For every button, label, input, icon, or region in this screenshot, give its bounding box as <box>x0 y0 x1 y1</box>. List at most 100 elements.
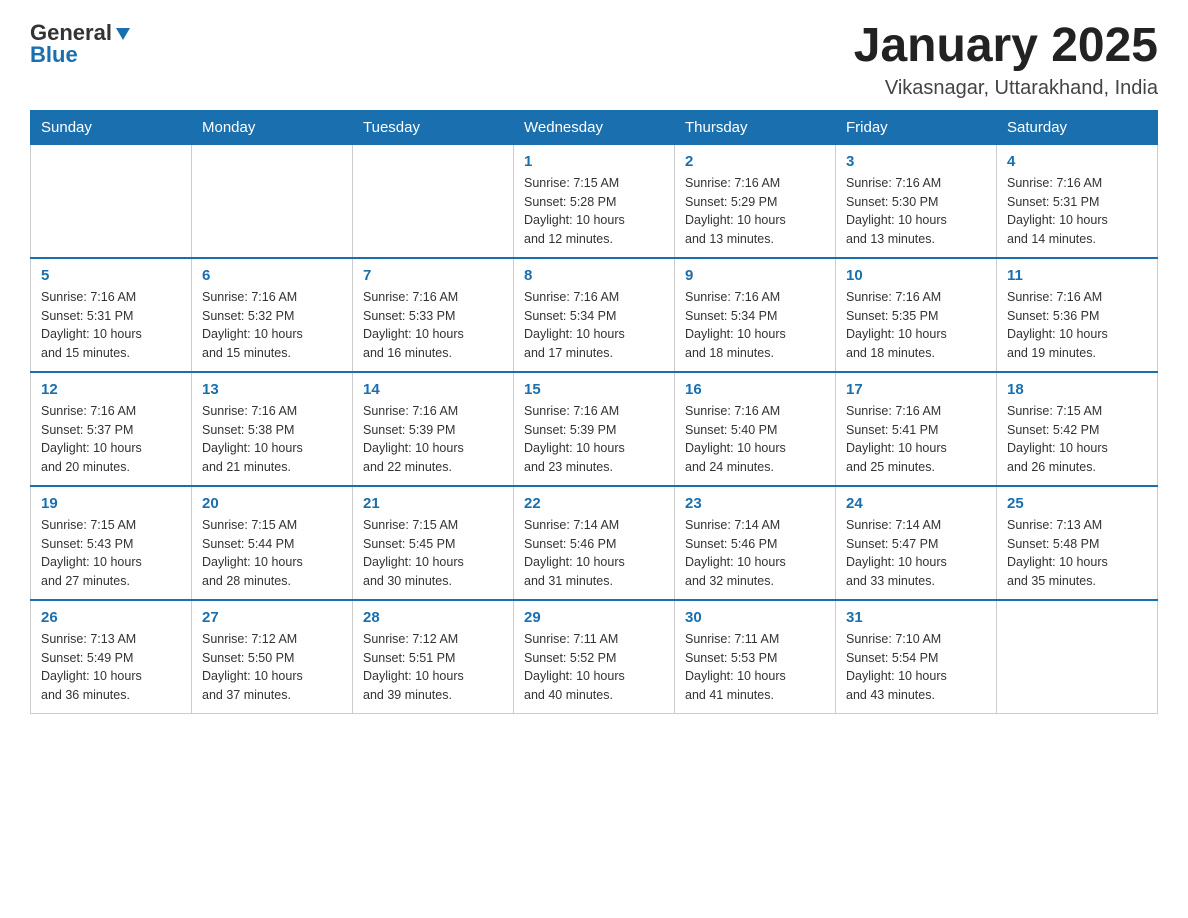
day-number: 10 <box>846 267 986 284</box>
day-number: 11 <box>1007 267 1147 284</box>
day-info: Sunrise: 7:15 AMSunset: 5:44 PMDaylight:… <box>202 516 342 591</box>
calendar-cell: 23Sunrise: 7:14 AMSunset: 5:46 PMDayligh… <box>675 486 836 600</box>
day-info: Sunrise: 7:15 AMSunset: 5:28 PMDaylight:… <box>524 174 664 249</box>
day-info: Sunrise: 7:16 AMSunset: 5:35 PMDaylight:… <box>846 288 986 363</box>
day-number: 1 <box>524 153 664 170</box>
day-number: 27 <box>202 609 342 626</box>
day-number: 7 <box>363 267 503 284</box>
weekday-header-saturday: Saturday <box>997 110 1158 144</box>
calendar-cell: 30 Sunrise: 7:11 AMSunset: 5:53 PMDayligh… <box>675 600 836 714</box>
day-info: Sunrise: 7:10 AMSunset: 5:54 PMDaylight:… <box>846 630 986 705</box>
day-info: Sunrise: 7:16 AMSunset: 5:40 PMDaylight:… <box>685 402 825 477</box>
weekday-header-thursday: Thursday <box>675 110 836 144</box>
weekday-header-friday: Friday <box>836 110 997 144</box>
calendar-cell: 11 Sunrise: 7:16 AMSunset: 5:36 PMDayligh… <box>997 258 1158 372</box>
day-info: Sunrise: 7:15 AMSunset: 5:45 PMDaylight:… <box>363 516 503 591</box>
day-number: 15 <box>524 381 664 398</box>
calendar-week-row: 5Sunrise: 7:16 AMSunset: 5:31 PMDaylight… <box>31 258 1158 372</box>
day-info: Sunrise: 7:13 AMSunset: 5:48 PMDaylight:… <box>1007 516 1147 591</box>
calendar-cell: 6Sunrise: 7:16 AMSunset: 5:32 PMDaylight… <box>192 258 353 372</box>
calendar-cell: 5Sunrise: 7:16 AMSunset: 5:31 PMDaylight… <box>31 258 192 372</box>
logo: General Blue <box>30 20 132 68</box>
calendar-cell: 31 Sunrise: 7:10 AMSunset: 5:54 PMDayligh… <box>836 600 997 714</box>
day-number: 28 <box>363 609 503 626</box>
calendar-week-row: 19Sunrise: 7:15 AMSunset: 5:43 PMDayligh… <box>31 486 1158 600</box>
day-info: Sunrise: 7:16 AMSunset: 5:29 PMDaylight:… <box>685 174 825 249</box>
weekday-header-wednesday: Wednesday <box>514 110 675 144</box>
day-number: 12 <box>41 381 181 398</box>
calendar-header-row: SundayMondayTuesdayWednesdayThursdayFrid… <box>31 110 1158 144</box>
day-info: Sunrise: 7:12 AMSunset: 5:50 PMDaylight:… <box>202 630 342 705</box>
calendar-cell: 10 Sunrise: 7:16 AMSunset: 5:35 PMDayligh… <box>836 258 997 372</box>
day-number: 26 <box>41 609 181 626</box>
calendar-cell: 15 Sunrise: 7:16 AMSunset: 5:39 PMDayligh… <box>514 372 675 486</box>
calendar-cell: 7 Sunrise: 7:16 AMSunset: 5:33 PMDaylight… <box>353 258 514 372</box>
day-info: Sunrise: 7:16 AMSunset: 5:33 PMDaylight:… <box>363 288 503 363</box>
day-info: Sunrise: 7:16 AMSunset: 5:34 PMDaylight:… <box>685 288 825 363</box>
day-number: 30 <box>685 609 825 626</box>
weekday-header-tuesday: Tuesday <box>353 110 514 144</box>
day-info: Sunrise: 7:16 AMSunset: 5:30 PMDaylight:… <box>846 174 986 249</box>
calendar-cell: 2 Sunrise: 7:16 AMSunset: 5:29 PMDaylight… <box>675 144 836 258</box>
calendar-cell: 18Sunrise: 7:15 AMSunset: 5:42 PMDayligh… <box>997 372 1158 486</box>
day-number: 17 <box>846 381 986 398</box>
day-number: 25 <box>1007 495 1147 512</box>
day-info: Sunrise: 7:16 AMSunset: 5:31 PMDaylight:… <box>1007 174 1147 249</box>
calendar-cell: 3 Sunrise: 7:16 AMSunset: 5:30 PMDaylight… <box>836 144 997 258</box>
calendar-cell: 12 Sunrise: 7:16 AMSunset: 5:37 PMDayligh… <box>31 372 192 486</box>
day-info: Sunrise: 7:16 AMSunset: 5:39 PMDaylight:… <box>363 402 503 477</box>
day-number: 21 <box>363 495 503 512</box>
calendar-cell: 22 Sunrise: 7:14 AMSunset: 5:46 PMDayligh… <box>514 486 675 600</box>
calendar-cell: 27 Sunrise: 7:12 AMSunset: 5:50 PMDayligh… <box>192 600 353 714</box>
calendar-cell: 20Sunrise: 7:15 AMSunset: 5:44 PMDayligh… <box>192 486 353 600</box>
day-info: Sunrise: 7:16 AMSunset: 5:36 PMDaylight:… <box>1007 288 1147 363</box>
calendar-week-row: 12 Sunrise: 7:16 AMSunset: 5:37 PMDayligh… <box>31 372 1158 486</box>
logo-triangle-icon <box>114 24 132 42</box>
calendar-cell <box>353 144 514 258</box>
day-number: 8 <box>524 267 664 284</box>
calendar-cell <box>31 144 192 258</box>
calendar-cell: 29Sunrise: 7:11 AMSunset: 5:52 PMDayligh… <box>514 600 675 714</box>
calendar-cell <box>192 144 353 258</box>
calendar-cell: 1 Sunrise: 7:15 AMSunset: 5:28 PMDaylight… <box>514 144 675 258</box>
page-header: General Blue January 2025 Vikasnagar, Ut… <box>30 20 1158 100</box>
day-number: 14 <box>363 381 503 398</box>
calendar-cell: 25 Sunrise: 7:13 AMSunset: 5:48 PMDayligh… <box>997 486 1158 600</box>
day-number: 18 <box>1007 381 1147 398</box>
day-number: 3 <box>846 153 986 170</box>
day-number: 24 <box>846 495 986 512</box>
weekday-header-sunday: Sunday <box>31 110 192 144</box>
weekday-header-monday: Monday <box>192 110 353 144</box>
day-number: 13 <box>202 381 342 398</box>
day-info: Sunrise: 7:14 AMSunset: 5:47 PMDaylight:… <box>846 516 986 591</box>
calendar-subtitle: Vikasnagar, Uttarakhand, India <box>854 77 1158 100</box>
calendar-cell <box>997 600 1158 714</box>
day-info: Sunrise: 7:16 AMSunset: 5:31 PMDaylight:… <box>41 288 181 363</box>
calendar-cell: 19Sunrise: 7:15 AMSunset: 5:43 PMDayligh… <box>31 486 192 600</box>
day-info: Sunrise: 7:12 AMSunset: 5:51 PMDaylight:… <box>363 630 503 705</box>
day-info: Sunrise: 7:14 AMSunset: 5:46 PMDaylight:… <box>524 516 664 591</box>
day-info: Sunrise: 7:16 AMSunset: 5:38 PMDaylight:… <box>202 402 342 477</box>
day-number: 2 <box>685 153 825 170</box>
day-number: 22 <box>524 495 664 512</box>
calendar-cell: 28 Sunrise: 7:12 AMSunset: 5:51 PMDayligh… <box>353 600 514 714</box>
day-number: 4 <box>1007 153 1147 170</box>
day-info: Sunrise: 7:16 AMSunset: 5:39 PMDaylight:… <box>524 402 664 477</box>
calendar-cell: 16Sunrise: 7:16 AMSunset: 5:40 PMDayligh… <box>675 372 836 486</box>
calendar-cell: 21 Sunrise: 7:15 AMSunset: 5:45 PMDayligh… <box>353 486 514 600</box>
day-info: Sunrise: 7:16 AMSunset: 5:37 PMDaylight:… <box>41 402 181 477</box>
calendar-cell: 14 Sunrise: 7:16 AMSunset: 5:39 PMDayligh… <box>353 372 514 486</box>
calendar-week-row: 26Sunrise: 7:13 AMSunset: 5:49 PMDayligh… <box>31 600 1158 714</box>
day-info: Sunrise: 7:14 AMSunset: 5:46 PMDaylight:… <box>685 516 825 591</box>
calendar-cell: 24 Sunrise: 7:14 AMSunset: 5:47 PMDayligh… <box>836 486 997 600</box>
logo-blue: Blue <box>30 42 78 68</box>
calendar-cell: 8Sunrise: 7:16 AMSunset: 5:34 PMDaylight… <box>514 258 675 372</box>
day-info: Sunrise: 7:11 AMSunset: 5:53 PMDaylight:… <box>685 630 825 705</box>
calendar-cell: 26Sunrise: 7:13 AMSunset: 5:49 PMDayligh… <box>31 600 192 714</box>
calendar-cell: 4 Sunrise: 7:16 AMSunset: 5:31 PMDaylight… <box>997 144 1158 258</box>
day-number: 31 <box>846 609 986 626</box>
title-section: January 2025 Vikasnagar, Uttarakhand, In… <box>854 20 1158 100</box>
calendar-table: SundayMondayTuesdayWednesdayThursdayFrid… <box>30 110 1158 714</box>
calendar-cell: 13 Sunrise: 7:16 AMSunset: 5:38 PMDayligh… <box>192 372 353 486</box>
day-info: Sunrise: 7:11 AMSunset: 5:52 PMDaylight:… <box>524 630 664 705</box>
